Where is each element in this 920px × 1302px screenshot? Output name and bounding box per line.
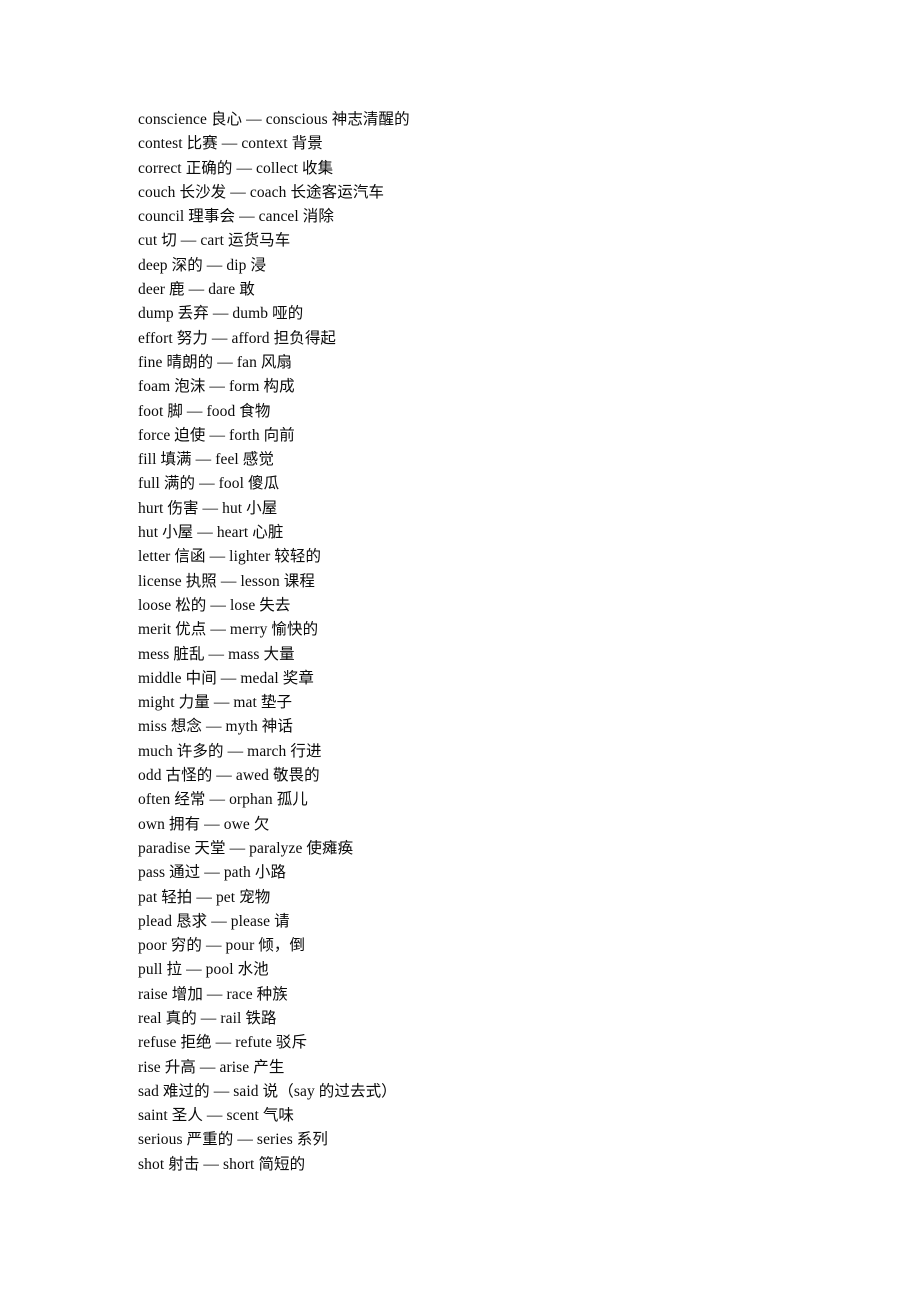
vocabulary-line: often 经常 — orphan 孤儿	[138, 791, 308, 809]
vocabulary-line: fill 填满 — feel 感觉	[138, 451, 275, 469]
vocabulary-line: odd 古怪的 — awed 敬畏的	[138, 767, 320, 785]
vocabulary-line: paradise 天堂 — paralyze 使瘫痪	[138, 839, 354, 857]
vocabulary-line: hurt 伤害 — hut 小屋	[138, 499, 278, 517]
vocabulary-line: raise 增加 — race 种族	[138, 985, 288, 1003]
vocabulary-line: fine 晴朗的 — fan 风扇	[138, 353, 293, 371]
vocabulary-line: real 真的 — rail 铁路	[138, 1009, 277, 1027]
vocabulary-line: own 拥有 — owe 欠	[138, 815, 270, 833]
vocabulary-line: plead 恳求 — please 请	[138, 912, 290, 930]
vocabulary-line: might 力量 — mat 垫子	[138, 694, 293, 712]
document-page: conscience 良心 — conscious 神志清醒的 contest 比…	[0, 0, 920, 1302]
vocabulary-line: dump 丢弃 — dumb 哑的	[138, 305, 304, 323]
vocabulary-line: much 许多的 — march 行进	[138, 742, 322, 760]
vocabulary-line: merit 优点 — merry 愉快的	[138, 621, 319, 639]
vocabulary-line: conscience 良心 — conscious 神志清醒的	[138, 111, 410, 128]
vocabulary-line: council 理事会 — cancel 消除	[138, 208, 334, 226]
vocabulary-line: rise 升高 — arise 产生	[138, 1058, 285, 1076]
vocabulary-line: couch 长沙发 — coach 长途客运汽车	[138, 183, 385, 201]
vocabulary-line: full 满的 — fool 傻瓜	[138, 475, 280, 493]
vocabulary-line: serious 严重的 — series 系列	[138, 1131, 329, 1149]
vocabulary-line: miss 想念 — myth 神话	[138, 718, 293, 736]
vocabulary-line: pull 拉 — pool 水池	[138, 961, 269, 979]
vocabulary-line: deep 深的 — dip 浸	[138, 256, 267, 274]
vocabulary-line: foam 泡沫 — form 构成	[138, 378, 295, 396]
vocabulary-line: deer 鹿 — dare 敢	[138, 281, 255, 299]
vocabulary-line: shot 射击 — short 简短的	[138, 1155, 306, 1173]
vocabulary-line: cut 切 — cart 运货马车	[138, 232, 291, 250]
vocabulary-line: refuse 拒绝 — refute 驳斥	[138, 1034, 308, 1052]
vocabulary-line: middle 中间 — medal 奖章	[138, 669, 314, 687]
vocabulary-line: contest 比赛 — context 背景	[138, 135, 323, 153]
vocabulary-line: effort 努力 — afford 担负得起	[138, 329, 337, 347]
vocabulary-line: poor 穷的 — pour 倾，倒	[138, 937, 306, 955]
vocabulary-line: hut 小屋 — heart 心脏	[138, 524, 284, 542]
vocabulary-line: foot 脚 — food 食物	[138, 402, 271, 420]
vocabulary-line: saint 圣人 — scent 气味	[138, 1107, 295, 1125]
vocabulary-line: license 执照 — lesson 课程	[138, 572, 315, 590]
vocabulary-line: sad 难过的 — said 说（say 的过去式）	[138, 1082, 397, 1100]
vocabulary-line: loose 松的 — lose 失去	[138, 596, 291, 614]
vocabulary-line: pat 轻拍 — pet 宠物	[138, 888, 271, 906]
vocabulary-line: force 迫使 — forth 向前	[138, 426, 295, 444]
vocabulary-line: mess 脏乱 — mass 大量	[138, 645, 295, 663]
vocabulary-line: pass 通过 — path 小路	[138, 864, 287, 882]
vocabulary-line: correct 正确的 — collect 收集	[138, 159, 334, 177]
vocabulary-line: letter 信函 — lighter 较轻的	[138, 548, 322, 566]
vocabulary-list: conscience 良心 — conscious 神志清醒的 contest 比…	[138, 108, 858, 1177]
